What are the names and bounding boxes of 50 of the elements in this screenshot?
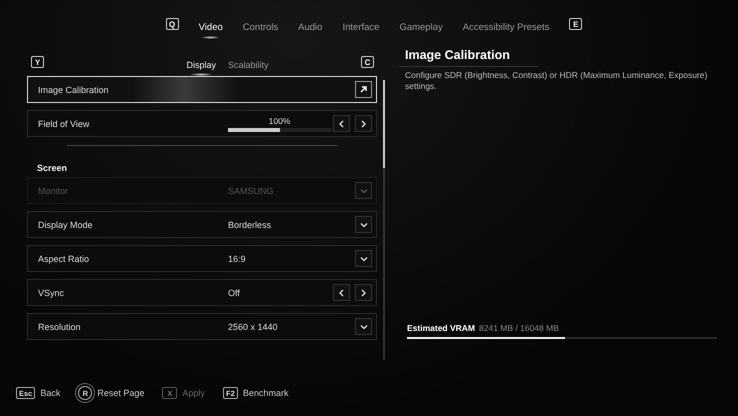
setting-label: Monitor: [38, 186, 70, 196]
setting-value: Off: [228, 288, 241, 298]
category-tab[interactable]: Controls: [242, 16, 278, 38]
scrollbar[interactable]: [383, 80, 385, 360]
setting-label: Resolution: [38, 322, 82, 332]
action-label: Back: [40, 388, 60, 398]
external-link-icon[interactable]: [355, 81, 372, 98]
setting-row[interactable]: Image Calibration: [27, 76, 377, 103]
sub-tab[interactable]: Display: [186, 54, 216, 76]
setting-row[interactable]: Field of View 100%: [27, 110, 377, 137]
key-hint[interactable]: Y: [31, 56, 44, 68]
chevron-down-icon[interactable]: [355, 250, 372, 267]
setting-label: Aspect Ratio: [38, 254, 90, 264]
setting-value: 16:9: [228, 254, 247, 264]
detail-description: Configure SDR (Brightness, Contrast) or HDR (Maximum Luminance, Exposure) settings.: [404, 70, 708, 92]
key-hint[interactable]: C: [360, 56, 374, 68]
setting-row[interactable]: Aspect Ratio 16:9: [27, 245, 377, 272]
setting-value: 2560 x 1440: [228, 322, 279, 332]
setting-label: Field of View: [38, 118, 90, 128]
vram-reading: 8241 MB / 16048 MB: [479, 323, 559, 333]
setting-label: Display Mode: [38, 220, 94, 230]
key-hint[interactable]: E: [569, 18, 582, 30]
chevron-down-icon[interactable]: [355, 216, 372, 233]
category-tab[interactable]: Interface: [342, 16, 380, 38]
setting-value: SAMSUNG: [228, 186, 275, 196]
category-tab[interactable]: Audio: [298, 16, 322, 38]
vram-label: Estimated VRAM: [407, 323, 476, 333]
key-hint[interactable]: Q: [166, 18, 179, 30]
chevron-left-icon[interactable]: [333, 115, 350, 132]
chevron-left-icon[interactable]: [333, 284, 350, 301]
section-heading: Screen: [36, 163, 68, 173]
chevron-right-icon[interactable]: [355, 115, 372, 132]
setting-row[interactable]: Resolution 2560 x 1440: [27, 313, 377, 340]
action-label: Apply: [182, 388, 205, 398]
category-tab[interactable]: Video: [198, 16, 223, 38]
chevron-right-icon[interactable]: [355, 284, 372, 301]
category-tab[interactable]: Accessibility Presets: [462, 16, 550, 38]
action-label: Benchmark: [242, 388, 288, 398]
setting-row[interactable]: Display Mode Borderless: [27, 211, 377, 238]
slider-value: 100%: [268, 116, 290, 126]
setting-row[interactable]: VSync Off: [27, 279, 377, 306]
sub-tab[interactable]: Scalability: [228, 54, 269, 76]
slider-track[interactable]: [228, 128, 331, 132]
detail-title: Image Calibration: [404, 48, 511, 62]
chevron-down-icon[interactable]: [355, 318, 372, 335]
action-label: Reset Page: [97, 388, 144, 398]
category-tab[interactable]: Gameplay: [399, 16, 443, 38]
setting-label: VSync: [38, 288, 66, 298]
setting-label: Image Calibration: [38, 84, 110, 94]
setting-value: Borderless: [228, 220, 272, 230]
